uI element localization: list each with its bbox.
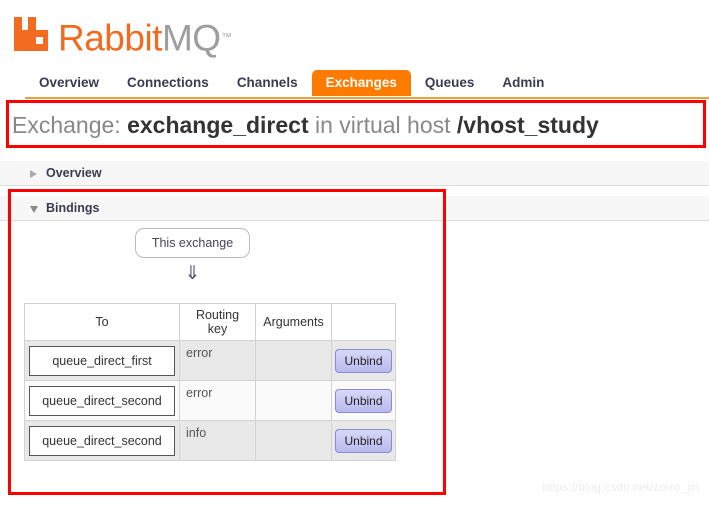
watermark-text: https://blog.csdn.net/zorro_jin bbox=[542, 480, 699, 494]
bindings-diagram: This exchange ⇓ bbox=[0, 222, 385, 288]
bindings-table: To Routing key Arguments queue_direct_fi… bbox=[24, 303, 396, 461]
tab-queues[interactable]: Queues bbox=[411, 70, 489, 96]
triangle-down-icon bbox=[30, 206, 38, 213]
cell-arguments bbox=[255, 380, 332, 421]
cell-arguments bbox=[255, 340, 332, 381]
page-title-vhost: /vhost_study bbox=[456, 112, 599, 138]
rabbitmq-logo-icon bbox=[14, 17, 54, 51]
column-header-actions bbox=[331, 303, 396, 341]
section-header-overview[interactable]: Overview bbox=[0, 161, 709, 186]
page-title: Exchange: exchange_direct in virtual hos… bbox=[12, 110, 599, 140]
triangle-right-icon bbox=[30, 170, 37, 178]
queue-link[interactable]: queue_direct_second bbox=[29, 385, 175, 416]
cell-to: queue_direct_second bbox=[24, 420, 180, 461]
this-exchange-node[interactable]: This exchange bbox=[134, 228, 251, 258]
page-title-prefix: Exchange: bbox=[12, 112, 121, 138]
tab-exchanges[interactable]: Exchanges bbox=[311, 70, 411, 96]
cell-action: Unbind bbox=[331, 380, 396, 421]
queue-link[interactable]: queue_direct_second bbox=[29, 425, 175, 456]
brand-logo[interactable]: RabbitMQ™ bbox=[14, 8, 232, 58]
tab-channels[interactable]: Channels bbox=[223, 70, 312, 96]
trademark-icon: ™ bbox=[221, 31, 232, 43]
bindings-panel: This exchange ⇓ bbox=[0, 222, 709, 288]
brand-wordmark: RabbitMQ™ bbox=[58, 16, 232, 58]
cell-action: Unbind bbox=[331, 420, 396, 461]
unbind-button[interactable]: Unbind bbox=[335, 348, 392, 373]
table-row: queue_direct_second error Unbind bbox=[24, 380, 396, 421]
column-header-to: To bbox=[24, 303, 180, 341]
table-header-row: To Routing key Arguments bbox=[24, 303, 396, 341]
cell-to: queue_direct_second bbox=[24, 380, 180, 421]
unbind-button[interactable]: Unbind bbox=[335, 388, 392, 413]
brand-name-primary: Rabbit bbox=[58, 17, 162, 58]
double-arrow-down-icon: ⇓ bbox=[184, 263, 201, 284]
unbind-button[interactable]: Unbind bbox=[335, 428, 392, 453]
cell-action: Unbind bbox=[331, 340, 396, 381]
tab-admin[interactable]: Admin bbox=[488, 70, 558, 96]
table-row: queue_direct_first error Unbind bbox=[24, 340, 396, 381]
brand-name-secondary: MQ bbox=[161, 17, 221, 58]
section-label-overview: Overview bbox=[46, 166, 102, 180]
cell-routing-key: error bbox=[179, 340, 256, 381]
cell-arguments bbox=[255, 420, 332, 461]
tab-overview[interactable]: Overview bbox=[25, 70, 113, 96]
cell-routing-key: info bbox=[179, 420, 256, 461]
page-title-exchange-name: exchange_direct bbox=[127, 112, 309, 138]
page-title-middle: in virtual host bbox=[315, 112, 451, 138]
tab-connections[interactable]: Connections bbox=[113, 70, 223, 96]
column-header-arguments: Arguments bbox=[255, 303, 332, 341]
section-label-bindings: Bindings bbox=[46, 201, 100, 215]
queue-link[interactable]: queue_direct_first bbox=[29, 345, 175, 376]
main-navigation: Overview Connections Channels Exchanges … bbox=[0, 70, 709, 99]
cell-routing-key: error bbox=[179, 380, 256, 421]
column-header-routing-key: Routing key bbox=[179, 303, 256, 341]
table-row: queue_direct_second info Unbind bbox=[24, 420, 396, 461]
cell-to: queue_direct_first bbox=[24, 340, 180, 381]
section-header-bindings[interactable]: Bindings bbox=[0, 196, 709, 221]
